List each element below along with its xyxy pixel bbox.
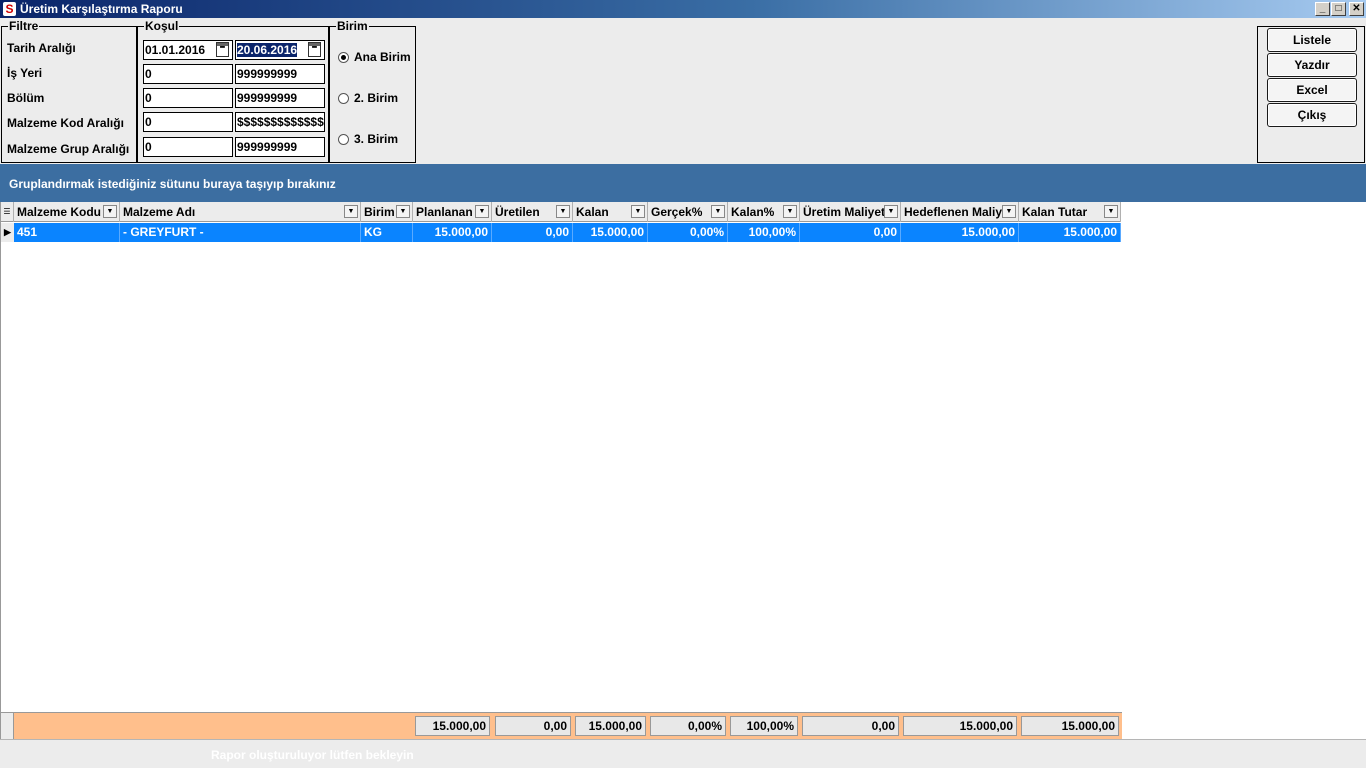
bolum-to-input[interactable]: 999999999 [235, 88, 325, 108]
close-button[interactable]: ✕ [1349, 2, 1364, 16]
action-panel: Listele Yazdır Excel Çıkış [1257, 26, 1365, 163]
filter-dropdown-icon[interactable]: ▼ [783, 205, 797, 218]
filter-dropdown-icon[interactable]: ▼ [344, 205, 358, 218]
cell-kalan[interactable]: 15.000,00 [573, 223, 648, 242]
radio-icon [338, 133, 349, 145]
total-uretilen: 0,00 [495, 716, 571, 736]
group-by-area[interactable]: Gruplandırmak istediğiniz sütunu buraya … [0, 164, 1366, 202]
col-malzeme-adi[interactable]: Malzeme Adı ▼ [120, 202, 361, 222]
cell-kalan-tutar[interactable]: 15.000,00 [1019, 223, 1121, 242]
cell-uretim-maliyeti[interactable]: 0,00 [800, 223, 901, 242]
col-kalan[interactable]: Kalan ▼ [573, 202, 648, 222]
maximize-button[interactable]: □ [1331, 2, 1346, 16]
bolum-from-input[interactable]: 0 [143, 88, 233, 108]
report-grid: ☰ Malzeme Kodu ▼ Malzeme Adı ▼ Birim ▼ Plan… [0, 202, 1366, 740]
cell-malzeme-adi[interactable]: - GREYFURT - [120, 223, 361, 242]
minimize-button[interactable]: _ [1315, 2, 1330, 16]
total-gercek-pct: 0,00% [650, 716, 726, 736]
total-kalan: 15.000,00 [575, 716, 646, 736]
row-pointer-icon: ▶ [1, 223, 14, 242]
calendar-icon[interactable]: ▦ [308, 42, 321, 57]
malzeme-kod-araligi-label: Malzeme Kod Aralığı [7, 116, 124, 130]
filter-dropdown-icon[interactable]: ▼ [631, 205, 645, 218]
bolum-label: Bölüm [7, 91, 45, 105]
col-birim[interactable]: Birim ▼ [361, 202, 413, 222]
radio-ana-birim[interactable]: Ana Birim [338, 50, 411, 64]
filter-dropdown-icon[interactable]: ▼ [556, 205, 570, 218]
filter-panel: Filtre Tarih Aralığı İş Yeri Bölüm Malze… [1, 19, 137, 163]
col-uretilen[interactable]: Üretilen ▼ [492, 202, 573, 222]
col-hedeflenen-maliyet[interactable]: Hedeflenen Maliyet ▼ [901, 202, 1019, 222]
grid-header: ☰ Malzeme Kodu ▼ Malzeme Adı ▼ Birim ▼ Plan… [1, 202, 1121, 222]
radio-3-birim[interactable]: 3. Birim [338, 132, 398, 146]
filter-dropdown-icon[interactable]: ▼ [1002, 205, 1016, 218]
total-planlanan: 15.000,00 [415, 716, 490, 736]
filter-dropdown-icon[interactable]: ▼ [1104, 205, 1118, 218]
app-logo-icon: S [3, 2, 16, 16]
filter-legend: Filtre [8, 19, 40, 33]
col-malzeme-kodu[interactable]: Malzeme Kodu ▼ [14, 202, 120, 222]
malzeme-kod-to-input[interactable]: $$$$$$$$$$$$$$$ [235, 112, 325, 132]
total-kalan-pct: 100,00% [730, 716, 798, 736]
malzeme-grup-from-input[interactable]: 0 [143, 137, 233, 157]
filter-dropdown-icon[interactable]: ▼ [396, 205, 410, 218]
malzeme-grup-to-input[interactable]: 999999999 [235, 137, 325, 157]
totals-footer: 15.000,00 0,00 15.000,00 0,00% 100,00% 0… [1, 712, 1122, 740]
malzeme-grup-araligi-label: Malzeme Grup Aralığı [7, 142, 130, 156]
is-yeri-from-input[interactable]: 0 [143, 64, 233, 84]
column-chooser-icon[interactable]: ☰ [1, 202, 14, 222]
malzeme-kod-from-input[interactable]: 0 [143, 112, 233, 132]
kosul-panel: Koşul 01.01.2016 ▦ 20.06.2016 ▦ 0 999999… [137, 19, 329, 163]
col-gercek-pct[interactable]: Gerçek% ▼ [648, 202, 728, 222]
birim-panel: Birim Ana Birim 2. Birim 3. Birim [329, 19, 416, 163]
radio-selected-icon [338, 51, 349, 63]
birim-legend: Birim [336, 19, 369, 33]
filter-dropdown-icon[interactable]: ▼ [884, 205, 898, 218]
filter-dropdown-icon[interactable]: ▼ [711, 205, 725, 218]
window-controls: _ □ ✕ [1315, 2, 1364, 16]
cell-gercek-pct[interactable]: 0,00% [648, 223, 728, 242]
radio-icon [338, 92, 349, 104]
cikis-button[interactable]: Çıkış [1267, 103, 1357, 127]
excel-button[interactable]: Excel [1267, 78, 1357, 102]
radio-2-birim[interactable]: 2. Birim [338, 91, 398, 105]
col-uretim-maliyeti[interactable]: Üretim Maliyeti ▼ [800, 202, 901, 222]
window-title: Üretim Karşılaştırma Raporu [20, 2, 183, 16]
cell-hedeflenen-maliyet[interactable]: 15.000,00 [901, 223, 1019, 242]
col-kalan-pct[interactable]: Kalan% ▼ [728, 202, 800, 222]
status-message: Rapor oluşturuluyor lütfen bekleyin [211, 748, 414, 762]
kosul-legend: Koşul [144, 19, 180, 33]
cell-planlanan[interactable]: 15.000,00 [413, 223, 492, 242]
filter-dropdown-icon[interactable]: ▼ [103, 205, 117, 218]
listele-button[interactable]: Listele [1267, 28, 1357, 52]
total-hedeflenen-maliyet: 15.000,00 [903, 716, 1017, 736]
cell-malzeme-kodu[interactable]: 451 [14, 223, 120, 242]
cell-birim[interactable]: KG [361, 223, 413, 242]
col-planlanan[interactable]: Planlanan ▼ [413, 202, 492, 222]
date-from-field[interactable]: 01.01.2016 ▦ [143, 40, 233, 60]
status-bar: Rapor oluşturuluyor lütfen bekleyin [0, 739, 1366, 768]
date-to-field[interactable]: 20.06.2016 ▦ [235, 40, 325, 60]
window-title-bar: S Üretim Karşılaştırma Raporu _ □ ✕ [0, 0, 1366, 18]
cell-kalan-pct[interactable]: 100,00% [728, 223, 800, 242]
yazdir-button[interactable]: Yazdır [1267, 53, 1357, 77]
is-yeri-label: İş Yeri [7, 66, 43, 80]
table-row[interactable]: ▶ 451 - GREYFURT - KG 15.000,00 0,00 15.… [1, 223, 1121, 242]
cell-uretilen[interactable]: 0,00 [492, 223, 573, 242]
tarih-araligi-label: Tarih Aralığı [7, 41, 76, 55]
total-kalan-tutar: 15.000,00 [1021, 716, 1119, 736]
calendar-icon[interactable]: ▦ [216, 42, 229, 57]
is-yeri-to-input[interactable]: 999999999 [235, 64, 325, 84]
filter-dropdown-icon[interactable]: ▼ [475, 205, 489, 218]
col-kalan-tutar[interactable]: Kalan Tutar ▼ [1019, 202, 1121, 222]
total-uretim-maliyeti: 0,00 [802, 716, 899, 736]
